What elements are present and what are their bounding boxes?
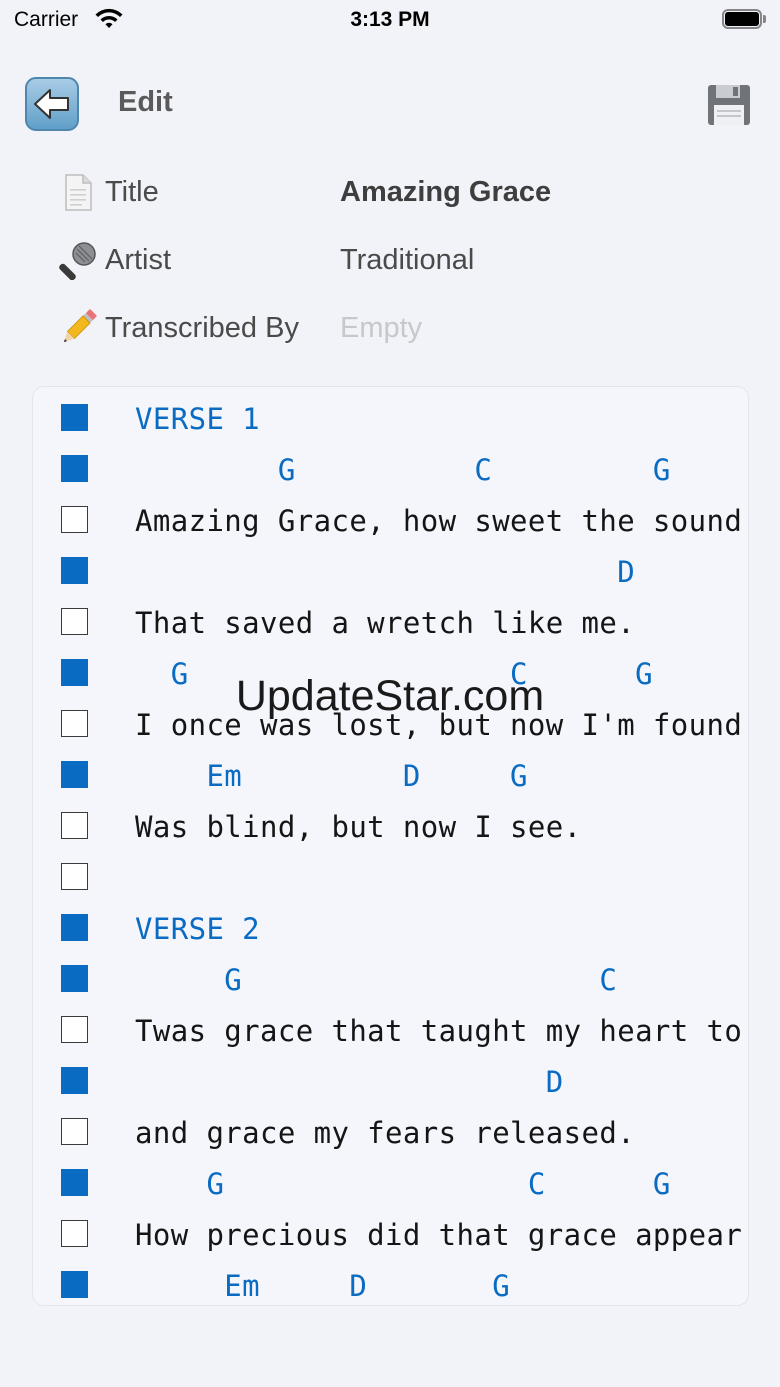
lyric-text[interactable]: Amazing Grace, how sweet the sound, <box>135 504 748 538</box>
section-line[interactable]: VERSE 1 <box>33 393 748 444</box>
chord-text[interactable]: G C <box>135 963 617 997</box>
floppy-disk-icon <box>708 85 750 125</box>
line-type-checkbox[interactable] <box>61 1220 88 1247</box>
lyric-line[interactable]: That saved a wretch like me. <box>33 597 748 648</box>
chord-text[interactable]: G C G <box>135 453 671 487</box>
artist-row[interactable]: Artist Traditional <box>58 236 758 286</box>
line-type-checkbox[interactable] <box>61 914 88 941</box>
line-type-checkbox[interactable] <box>61 863 88 890</box>
lyric-line[interactable]: and grace my fears released. <box>33 1107 748 1158</box>
line-type-checkbox[interactable] <box>61 965 88 992</box>
line-type-checkbox[interactable] <box>61 455 88 482</box>
section-text[interactable]: VERSE 2 <box>135 912 260 946</box>
left-arrow-icon <box>25 77 79 131</box>
title-label: Title <box>105 176 159 208</box>
chord-line[interactable]: Em D G <box>33 750 748 801</box>
title-row[interactable]: Title Amazing Grace <box>58 168 758 218</box>
clock: 3:13 PM <box>350 8 430 31</box>
line-type-checkbox[interactable] <box>61 1169 88 1196</box>
pencil-icon <box>63 309 97 343</box>
line-type-checkbox[interactable] <box>61 761 88 788</box>
lyric-line[interactable]: Amazing Grace, how sweet the sound, <box>33 495 748 546</box>
page-title: Edit <box>118 86 173 118</box>
lyric-text[interactable]: That saved a wretch like me. <box>135 606 635 640</box>
line-type-checkbox[interactable] <box>61 812 88 839</box>
save-button[interactable] <box>706 83 752 127</box>
transcriber-label: Transcribed By <box>105 312 299 344</box>
line-type-checkbox[interactable] <box>61 710 88 737</box>
transcriber-field[interactable]: Empty <box>340 312 740 345</box>
chord-text[interactable]: G C G <box>135 1167 671 1201</box>
chord-line[interactable]: G C G <box>33 648 748 699</box>
transcriber-row[interactable]: Transcribed By Empty <box>58 304 758 354</box>
chord-text[interactable]: Em D G <box>135 759 528 793</box>
line-type-checkbox[interactable] <box>61 506 88 533</box>
lyric-text[interactable]: and grace my fears released. <box>135 1116 635 1150</box>
lyric-line[interactable]: How precious did that grace appear, <box>33 1209 748 1260</box>
lyric-line[interactable]: I once was lost, but now I'm found, <box>33 699 748 750</box>
section-text[interactable]: VERSE 1 <box>135 402 260 436</box>
line-type-checkbox[interactable] <box>61 1067 88 1094</box>
line-type-checkbox[interactable] <box>61 404 88 431</box>
chord-sheet-editor[interactable]: VERSE 1 G C G Amazing Grace, how sweet th… <box>32 386 749 1306</box>
chord-text[interactable]: G C G <box>135 657 653 691</box>
line-type-checkbox[interactable] <box>61 1016 88 1043</box>
document-icon <box>65 174 92 211</box>
chord-line[interactable]: G C <box>33 954 748 1005</box>
chord-line[interactable]: D <box>33 546 748 597</box>
lyric-line[interactable]: Was blind, but now I see. <box>33 801 748 852</box>
lyric-text[interactable]: Was blind, but now I see. <box>135 810 582 844</box>
line-type-checkbox[interactable] <box>61 1118 88 1145</box>
battery-icon <box>722 9 766 29</box>
microphone-icon <box>59 242 96 280</box>
chord-line[interactable]: G C G <box>33 444 748 495</box>
line-type-checkbox[interactable] <box>61 1271 88 1298</box>
chord-line[interactable]: G C G <box>33 1158 748 1209</box>
chord-text[interactable]: D <box>135 1065 564 1099</box>
section-line[interactable]: VERSE 2 <box>33 903 748 954</box>
chord-line[interactable]: D <box>33 1056 748 1107</box>
line-type-checkbox[interactable] <box>61 557 88 584</box>
back-button[interactable] <box>25 77 79 131</box>
lyric-text[interactable]: How precious did that grace appear, <box>135 1218 748 1252</box>
lyric-text[interactable]: I once was lost, but now I'm found, <box>135 708 748 742</box>
title-field[interactable]: Amazing Grace <box>340 176 740 209</box>
artist-field[interactable]: Traditional <box>340 244 740 277</box>
line-type-checkbox[interactable] <box>61 608 88 635</box>
blank-line[interactable] <box>33 852 748 903</box>
chord-line[interactable]: Em D G <box>33 1260 748 1305</box>
lyric-line[interactable]: Twas grace that taught my heart to <box>33 1005 748 1056</box>
chord-text[interactable]: Em D G <box>135 1269 510 1303</box>
line-type-checkbox[interactable] <box>61 659 88 686</box>
chord-text[interactable]: D <box>135 555 635 589</box>
artist-label: Artist <box>105 244 172 276</box>
lyric-text[interactable]: Twas grace that taught my heart to <box>135 1014 742 1048</box>
status-bar: Carrier 3:13 PM <box>0 0 780 40</box>
